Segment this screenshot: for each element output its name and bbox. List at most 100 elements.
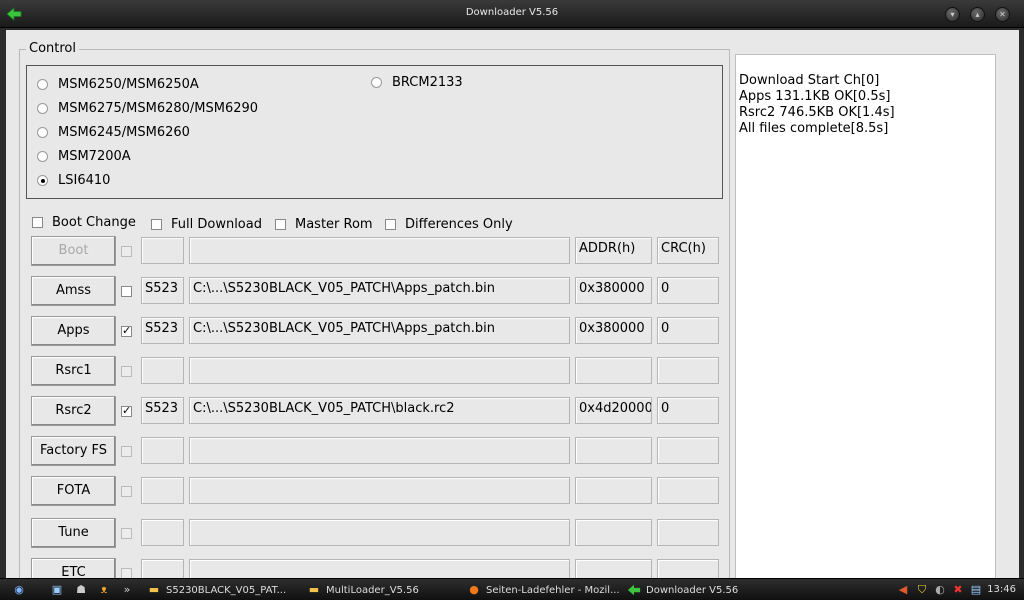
crc-field[interactable] [657,477,719,504]
radio-button[interactable] [37,175,48,186]
task-folder-multiloader[interactable]: ▬ MultiLoader_V5.56 [307,581,419,599]
antivirus-icon[interactable]: ✖ [951,583,965,597]
row-checkbox[interactable] [121,246,132,257]
window-title: Downloader V5.56 [465,7,559,18]
addr-field[interactable] [575,437,652,464]
file-row-amss: Amss S523 C:\...\S5230BLACK_V05_PATCH\Ap… [6,276,726,306]
downloader-form: Control MSM6250/MSM6250A MSM6275/MSM6280… [6,30,1019,589]
radio-lsi6410[interactable]: LSI6410 [37,173,110,188]
task-folder-s5230[interactable]: ▬ S5230BLACK_V05_PAT... [147,581,286,599]
task-firefox[interactable]: ● Seiten-Ladefehler - Mozil... [467,581,619,599]
option-label: Differences Only [405,217,513,232]
file-id-field[interactable] [141,519,184,546]
file-path-field[interactable] [189,437,570,464]
calendar-icon[interactable]: ▣ [50,583,64,597]
more-chevron-icon[interactable]: » [120,583,134,597]
shield-icon[interactable]: ⛉ [915,583,929,597]
option-master-rom[interactable]: Master Rom [275,217,373,232]
radio-label: MSM7200A [58,149,131,164]
radio-msm6275[interactable]: MSM6275/MSM6280/MSM6290 [37,101,258,116]
addr-field[interactable]: 0x380000 [575,317,652,344]
folder-icon: ▬ [308,583,320,596]
file-id-field[interactable]: S523 [141,317,184,344]
radio-button[interactable] [37,103,48,114]
file-path-field[interactable]: C:\...\S5230BLACK_V05_PATCH\Apps_patch.b… [189,277,570,304]
radio-button[interactable] [37,127,48,138]
crc-field[interactable]: 0 [657,317,719,344]
crc-field[interactable]: 0 [657,397,719,424]
task-label: Downloader V5.56 [646,584,739,596]
monitor-icon[interactable]: ▤ [969,583,983,597]
row-checkbox[interactable] [121,528,132,539]
row-checkbox[interactable] [121,366,132,377]
clock: 13:46 [987,584,1016,595]
control-legend: Control [26,41,79,56]
cat-icon[interactable]: ☗ [74,583,88,597]
file-path-field[interactable] [189,357,570,384]
crc-field[interactable] [657,519,719,546]
addr-header: ADDR(h) [575,237,652,264]
title-bar: Downloader V5.56 ▾ ▴ ✕ [0,0,1024,28]
maximize-button[interactable]: ▴ [970,7,985,22]
crc-field[interactable]: 0 [657,277,719,304]
radio-msm7200a[interactable]: MSM7200A [37,149,131,164]
crc-header: CRC(h) [657,237,719,264]
file-id-field[interactable] [141,357,184,384]
addr-field[interactable] [575,357,652,384]
network-icon[interactable]: ◐ [933,583,947,597]
file-id-field[interactable] [141,237,184,264]
option-differences-only[interactable]: Differences Only [385,217,513,232]
option-label: Boot Change [52,215,136,230]
start-menu-icon[interactable]: ◉ [12,583,26,597]
file-id-field[interactable]: S523 [141,277,184,304]
rsrc2-button[interactable]: Rsrc2 [31,396,116,426]
checkbox[interactable] [275,219,286,230]
addr-field[interactable] [575,519,652,546]
close-button[interactable]: ✕ [995,7,1010,22]
row-checkbox[interactable] [121,324,132,337]
radio-msm6245[interactable]: MSM6245/MSM6260 [37,125,190,140]
crc-field[interactable] [657,437,719,464]
addr-field[interactable]: 0x380000 [575,277,652,304]
minimize-button[interactable]: ▾ [945,7,960,22]
file-path-field[interactable]: C:\...\S5230BLACK_V05_PATCH\Apps_patch.b… [189,317,570,344]
file-path-field[interactable] [189,237,570,264]
option-full-download[interactable]: Full Download [151,217,262,232]
file-id-field[interactable] [141,437,184,464]
task-downloader[interactable]: Downloader V5.56 [627,581,738,599]
radio-button[interactable] [371,77,382,88]
row-checkbox[interactable] [121,286,132,297]
file-id-field[interactable]: S523 [141,397,184,424]
file-path-field[interactable]: C:\...\S5230BLACK_V05_PATCH\black.rc2 [189,397,570,424]
boot-button[interactable]: Boot [31,236,116,266]
radio-brcm2133[interactable]: BRCM2133 [371,75,463,90]
row-checkbox[interactable] [121,486,132,497]
row-checkbox[interactable] [121,404,132,417]
file-path-field[interactable] [189,477,570,504]
log-line: Apps 131.1KB OK[0.5s] [739,89,891,104]
row-checkbox[interactable] [121,446,132,457]
checkbox[interactable] [32,217,43,228]
file-path-field[interactable] [189,519,570,546]
radio-msm6250[interactable]: MSM6250/MSM6250A [37,77,199,92]
addr-field[interactable]: 0x4d20000 [575,397,652,424]
file-row-factory-fs: Factory FS [6,436,726,466]
speaker-icon[interactable]: ◀ [896,583,910,597]
fota-button[interactable]: FOTA [31,476,116,506]
tune-button[interactable]: Tune [31,518,116,548]
chip-selection-box: MSM6250/MSM6250A MSM6275/MSM6280/MSM6290… [26,65,723,199]
factory-fs-button[interactable]: Factory FS [31,436,116,466]
option-boot-change[interactable]: Boot Change [32,215,136,230]
flame-icon[interactable]: ᴥ [97,583,111,597]
download-log[interactable]: Download Start Ch[0] Apps 131.1KB OK[0.5… [735,54,996,580]
amss-button[interactable]: Amss [31,276,116,306]
crc-field[interactable] [657,357,719,384]
apps-button[interactable]: Apps [31,316,116,346]
checkbox[interactable] [385,219,396,230]
radio-button[interactable] [37,151,48,162]
rsrc1-button[interactable]: Rsrc1 [31,356,116,386]
checkbox[interactable] [151,219,162,230]
radio-button[interactable] [37,79,48,90]
addr-field[interactable] [575,477,652,504]
file-id-field[interactable] [141,477,184,504]
